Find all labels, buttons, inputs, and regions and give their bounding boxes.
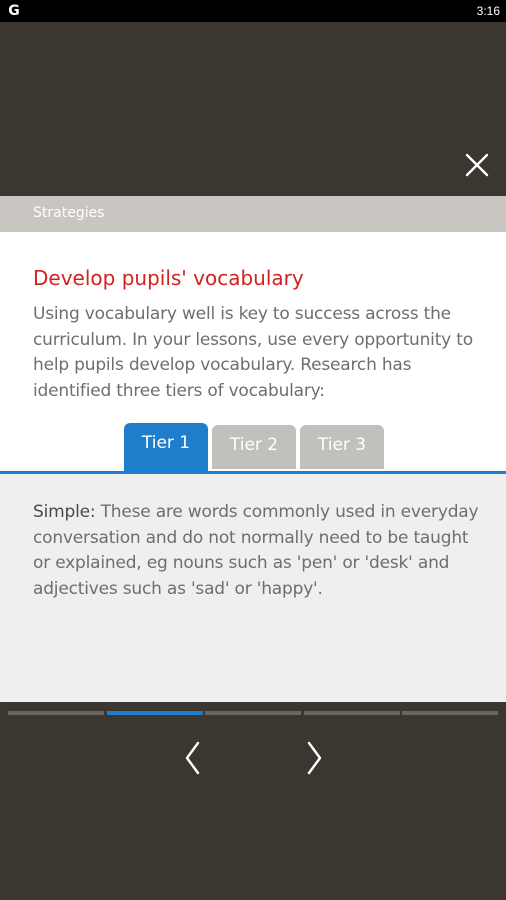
next-button[interactable] [294, 735, 334, 781]
progress-segment [106, 711, 203, 715]
tier-tabs: Tier 1 Tier 2 Tier 3 [0, 423, 506, 474]
page-progress [8, 711, 498, 715]
progress-segment [8, 711, 104, 715]
chevron-left-icon [185, 741, 200, 775]
tab-tier-1[interactable]: Tier 1 [124, 423, 208, 471]
progress-segment [402, 711, 498, 715]
intro-text: Using vocabulary well is key to success … [33, 304, 473, 401]
close-button[interactable] [460, 148, 494, 182]
previous-button[interactable] [173, 735, 213, 781]
tier-term: Simple: [33, 502, 96, 522]
tab-panel: Simple: These are words commonly used in… [0, 474, 506, 702]
section-title: Strategies [33, 205, 105, 221]
close-icon [465, 153, 489, 177]
tab-tier-3[interactable]: Tier 3 [300, 425, 384, 469]
section-header: Strategies [0, 196, 506, 232]
status-time: 3:16 [476, 4, 500, 18]
tier-description: Simple: These are words commonly used in… [33, 500, 483, 602]
google-icon: G [8, 3, 20, 19]
page-title: Develop pupils' vocabulary [33, 266, 304, 290]
chevron-right-icon [307, 741, 322, 775]
status-bar: G 3:16 [0, 0, 506, 22]
content-card: Develop pupils' vocabulary Using vocabul… [0, 232, 506, 702]
progress-segment [303, 711, 400, 715]
progress-segment [205, 711, 301, 715]
tab-tier-2[interactable]: Tier 2 [212, 425, 296, 469]
tier-text: These are words commonly used in everyda… [33, 502, 479, 599]
